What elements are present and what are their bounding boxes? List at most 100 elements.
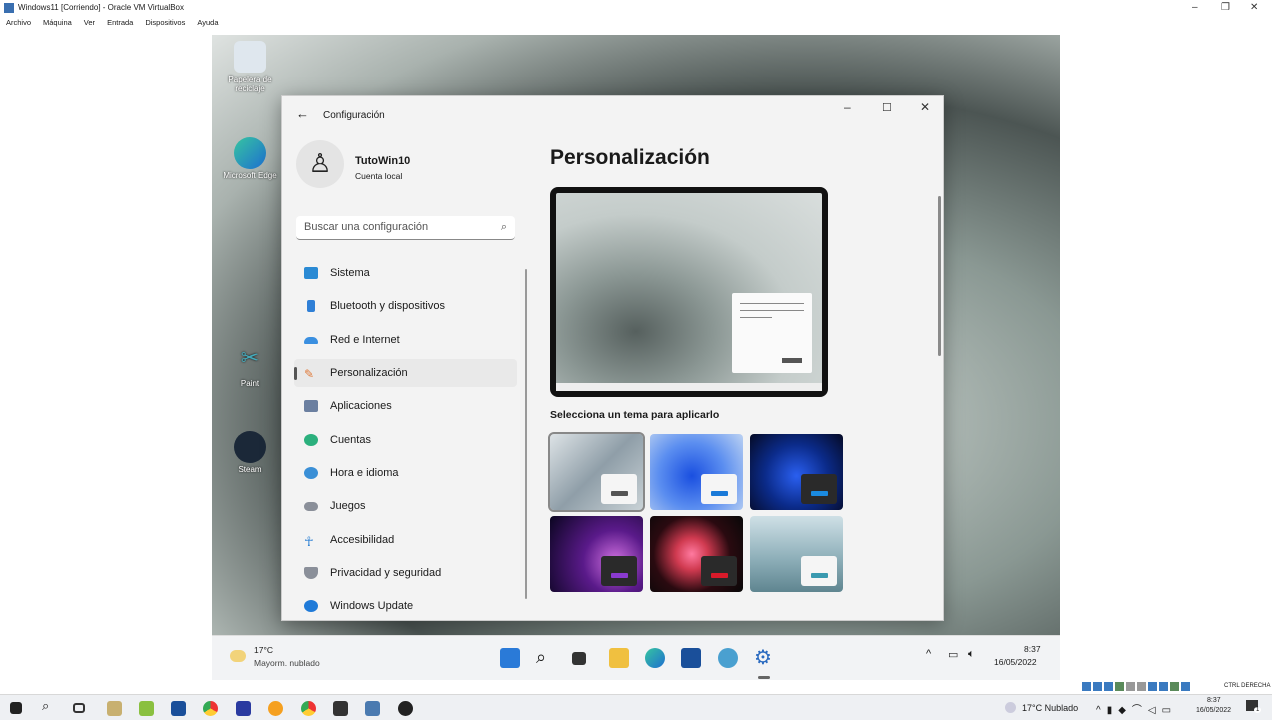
- window-title: Configuración: [323, 110, 385, 121]
- icon-label: Microsoft Edge: [223, 171, 277, 180]
- menu-archivo[interactable]: Archivo: [6, 18, 31, 27]
- vm-screen[interactable]: Papelera de reciclaje Microsoft Edge ✂ Pa…: [212, 35, 1060, 680]
- sidebar-item-hora[interactable]: Hora e idioma: [294, 459, 517, 487]
- desktop-icon-recycle-bin[interactable]: Papelera de reciclaje: [220, 41, 280, 93]
- desktop-icon-paint[interactable]: ✂ Paint: [220, 345, 280, 388]
- chrome-icon[interactable]: [203, 701, 218, 716]
- paint-icon[interactable]: [718, 648, 738, 668]
- app-icon[interactable]: [139, 701, 154, 716]
- virtualbox-icon: [4, 2, 14, 13]
- host-weather[interactable]: 17°C Nublado: [1022, 703, 1078, 713]
- weather-icon: [1005, 702, 1016, 713]
- sidebar-item-personalizacion[interactable]: ✎ Personalización: [294, 359, 517, 387]
- notification-count: 1: [1254, 707, 1262, 713]
- sidebar-item-windows-update[interactable]: Windows Update: [294, 592, 517, 620]
- edge-icon[interactable]: [645, 648, 665, 668]
- weather-desc[interactable]: Mayorm. nublado: [254, 658, 320, 668]
- close-button[interactable]: ✕: [1250, 2, 1258, 13]
- minimize-button[interactable]: –: [1192, 2, 1198, 13]
- nav-label: Windows Update: [330, 600, 414, 612]
- store-icon[interactable]: [171, 701, 186, 716]
- start-icon[interactable]: [500, 648, 520, 668]
- avatar[interactable]: ♙: [296, 140, 344, 188]
- theme-tile-windows-light[interactable]: [650, 434, 743, 510]
- host-clock-date[interactable]: 16/05/2022: [1196, 707, 1231, 714]
- nav-label: Cuentas: [330, 434, 371, 446]
- edge-icon: [234, 137, 266, 169]
- back-arrow-icon[interactable]: ←: [296, 106, 309, 121]
- settings-gear-icon[interactable]: ⚙: [754, 648, 774, 668]
- volume-icon[interactable]: 🔈︎: [968, 648, 975, 661]
- sidebar-item-sistema[interactable]: Sistema: [294, 259, 517, 287]
- host-taskbar: ⌕ 17°C Nublado ^▮◆⌒◁▭ 8:37 16/05/2022 1: [0, 694, 1272, 720]
- apps-icon: [304, 400, 318, 412]
- nav-label: Privacidad y seguridad: [330, 567, 442, 579]
- restore-button[interactable]: ❐: [1221, 2, 1230, 13]
- desktop-icon-steam[interactable]: Steam: [220, 431, 280, 474]
- maximize-button[interactable]: ☐: [882, 101, 892, 114]
- network-icon[interactable]: ▭: [948, 648, 958, 661]
- minimize-button[interactable]: –: [844, 100, 851, 114]
- page-title: Personalización: [550, 146, 710, 169]
- wifi-icon: [304, 336, 318, 344]
- user-name: TutoWin10: [355, 155, 411, 167]
- virtualbox-icon[interactable]: [333, 701, 348, 716]
- menu-ayuda[interactable]: Ayuda: [197, 18, 218, 27]
- sidebar-item-red[interactable]: Red e Internet: [294, 326, 517, 354]
- tray-icons[interactable]: ^▮◆⌒◁▭: [1096, 701, 1177, 716]
- weather-temp[interactable]: 17°C: [254, 645, 273, 655]
- sidebar-scrollbar[interactable]: [525, 269, 527, 599]
- clock-time[interactable]: 8:37: [1024, 644, 1041, 654]
- theme-tile-light-bloom[interactable]: [548, 432, 645, 512]
- desktop-icon-edge[interactable]: Microsoft Edge: [220, 137, 280, 180]
- menu-ver[interactable]: Ver: [84, 18, 95, 27]
- search-input[interactable]: Buscar una configuración ⌕: [296, 216, 515, 240]
- app-icon[interactable]: [398, 701, 413, 716]
- app-icon[interactable]: [268, 701, 283, 716]
- theme-tile-windows-dark[interactable]: [750, 434, 843, 510]
- store-icon[interactable]: [681, 648, 701, 668]
- theme-tile-captured-motion[interactable]: [650, 516, 743, 592]
- update-icon: [304, 600, 318, 612]
- close-button[interactable]: ✕: [920, 100, 930, 114]
- app-icon[interactable]: [107, 701, 122, 716]
- theme-tile-flow[interactable]: [750, 516, 843, 592]
- search-icon[interactable]: ⌕: [536, 648, 556, 668]
- chevron-up-icon[interactable]: ^: [926, 648, 931, 660]
- menu-dispositivos[interactable]: Dispositivos: [145, 18, 185, 27]
- system-icon: [304, 267, 318, 279]
- search-icon[interactable]: ⌕: [42, 698, 57, 713]
- active-indicator: [758, 676, 770, 679]
- sidebar-item-bluetooth[interactable]: Bluetooth y dispositivos: [294, 292, 517, 320]
- sidebar-item-privacidad[interactable]: Privacidad y seguridad: [294, 559, 517, 587]
- windows-start-icon[interactable]: [10, 702, 22, 714]
- menu-maquina[interactable]: Máquina: [43, 18, 72, 27]
- chrome-icon[interactable]: [301, 701, 316, 716]
- accessibility-icon: ☥: [304, 534, 314, 549]
- host-key-label: CTRL DERECHA: [1224, 683, 1271, 689]
- brush-icon: ✎: [304, 367, 315, 381]
- clock-date[interactable]: 16/05/2022: [994, 657, 1037, 667]
- host-title-bar: Windows11 [Corriendo] - Oracle VM Virtua…: [0, 0, 1272, 15]
- theme-heading: Selecciona un tema para aplicarlo: [550, 409, 720, 421]
- sidebar-item-cuentas[interactable]: Cuentas: [294, 426, 517, 454]
- task-view-icon[interactable]: [572, 652, 586, 665]
- theme-preview: [550, 187, 828, 397]
- app-icon[interactable]: [365, 701, 380, 716]
- accounts-icon: [304, 434, 318, 446]
- theme-tile-glow[interactable]: [550, 516, 643, 592]
- app-icon[interactable]: [236, 701, 251, 716]
- globe-clock-icon: [304, 467, 318, 479]
- sidebar-item-accesibilidad[interactable]: ☥ Accesibilidad: [294, 526, 517, 554]
- gamepad-icon: [304, 501, 318, 511]
- host-clock-time[interactable]: 8:37: [1207, 697, 1221, 704]
- sidebar-item-juegos[interactable]: Juegos: [294, 492, 517, 520]
- sidebar-item-aplicaciones[interactable]: Aplicaciones: [294, 392, 517, 420]
- menu-entrada[interactable]: Entrada: [107, 18, 133, 27]
- wallpaper-preview: [556, 193, 822, 391]
- file-explorer-icon[interactable]: [609, 648, 629, 668]
- task-view-icon[interactable]: [73, 703, 85, 713]
- content-scrollbar[interactable]: [938, 196, 941, 356]
- icon-label: Papelera de reciclaje: [228, 75, 272, 93]
- steam-icon: [234, 431, 266, 463]
